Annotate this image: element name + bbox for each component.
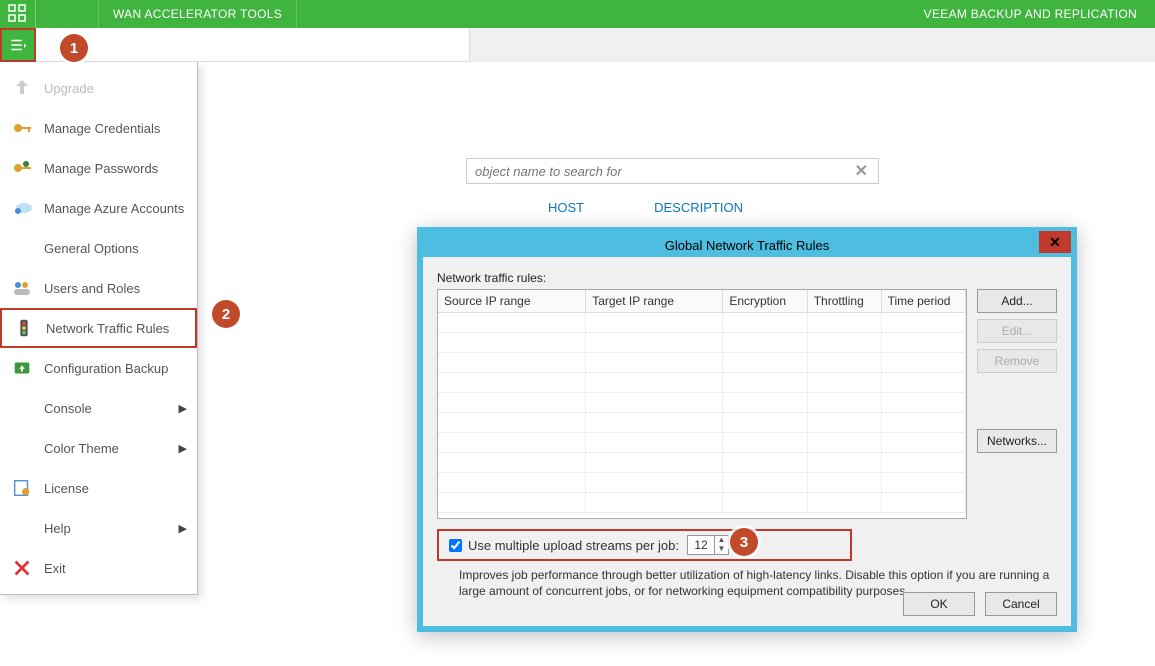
- upgrade-icon: [8, 74, 36, 102]
- upload-streams-row: Use multiple upload streams per job: 12 …: [437, 529, 852, 561]
- dialog-titlebar: Global Network Traffic Rules ✕: [423, 233, 1071, 257]
- chevron-right-icon: ▶: [179, 522, 187, 535]
- rules-label: Network traffic rules:: [437, 271, 1057, 285]
- app-title: VEEAM BACKUP AND REPLICATION: [924, 0, 1155, 28]
- dialog-title: Global Network Traffic Rules: [665, 238, 830, 253]
- step-badge-3: 3: [730, 528, 758, 556]
- table-row[interactable]: [438, 353, 966, 373]
- step-badge-1: 1: [60, 34, 88, 62]
- menu-general-options[interactable]: General Options: [0, 228, 197, 268]
- spinner-down[interactable]: ▼: [715, 545, 728, 554]
- col-encryption[interactable]: Encryption: [723, 290, 807, 313]
- table-row[interactable]: [438, 433, 966, 453]
- multi-upload-streams-checkbox[interactable]: [449, 539, 462, 552]
- traffic-light-icon: [10, 314, 38, 342]
- menu-manage-credentials[interactable]: Manage Credentials: [0, 108, 197, 148]
- users-icon: [8, 274, 36, 302]
- table-row[interactable]: [438, 453, 966, 473]
- menu-upgrade: Upgrade: [0, 68, 197, 108]
- dialog-close-button[interactable]: ✕: [1039, 231, 1071, 253]
- backup-icon: [8, 354, 36, 382]
- main-menu-button[interactable]: [0, 28, 36, 62]
- hamburger-grid-icon: [6, 2, 30, 26]
- col-target-ip[interactable]: Target IP range: [586, 290, 723, 313]
- table-row[interactable]: [438, 333, 966, 353]
- col-description[interactable]: DESCRIPTION: [654, 200, 743, 215]
- ok-button[interactable]: OK: [903, 592, 975, 616]
- search-input[interactable]: [473, 163, 851, 180]
- col-host[interactable]: HOST: [548, 200, 584, 215]
- grid-column-headers: HOST DESCRIPTION: [548, 200, 743, 215]
- step-badge-2: 2: [212, 300, 240, 328]
- table-row[interactable]: [438, 373, 966, 393]
- ribbon-tab-wan-tools[interactable]: WAN ACCELERATOR TOOLS: [98, 0, 297, 28]
- table-row[interactable]: [438, 313, 966, 333]
- table-row[interactable]: [438, 473, 966, 493]
- add-button[interactable]: Add...: [977, 289, 1057, 313]
- search-box[interactable]: ✕: [466, 158, 879, 184]
- menu-users-roles[interactable]: Users and Roles: [0, 268, 197, 308]
- networks-button[interactable]: Networks...: [977, 429, 1057, 453]
- streams-value: 12: [688, 538, 714, 552]
- top-ribbon: WAN ACCELERATOR TOOLS VEEAM BACKUP AND R…: [0, 0, 1155, 28]
- cancel-button[interactable]: Cancel: [985, 592, 1057, 616]
- cloud-user-icon: [8, 194, 36, 222]
- table-row[interactable]: [438, 413, 966, 433]
- password-key-icon: [8, 154, 36, 182]
- rules-table[interactable]: Source IP range Target IP range Encrypti…: [437, 289, 967, 519]
- menu-icon: [9, 36, 27, 54]
- chevron-right-icon: ▶: [179, 402, 187, 415]
- menu-manage-azure[interactable]: Manage Azure Accounts: [0, 188, 197, 228]
- license-icon: [8, 474, 36, 502]
- menu-color-theme[interactable]: Color Theme ▶: [0, 428, 197, 468]
- table-row[interactable]: [438, 393, 966, 413]
- chevron-right-icon: ▶: [179, 442, 187, 455]
- global-network-traffic-rules-dialog: Global Network Traffic Rules ✕ Network t…: [417, 227, 1077, 632]
- table-row[interactable]: [438, 493, 966, 513]
- menu-network-traffic-rules[interactable]: Network Traffic Rules: [0, 308, 197, 348]
- menu-exit[interactable]: Exit: [0, 548, 197, 588]
- col-time-period[interactable]: Time period: [881, 290, 965, 313]
- key-icon: [8, 114, 36, 142]
- streams-spinner[interactable]: 12 ▲ ▼: [687, 535, 729, 555]
- edit-button[interactable]: Edit...: [977, 319, 1057, 343]
- ribbon-app-icon[interactable]: [0, 0, 36, 28]
- checkbox-label: Use multiple upload streams per job:: [468, 538, 679, 553]
- menu-license[interactable]: License: [0, 468, 197, 508]
- options-icon: [8, 234, 36, 262]
- menu-console[interactable]: Console ▶: [0, 388, 197, 428]
- menu-configuration-backup[interactable]: Configuration Backup: [0, 348, 197, 388]
- remove-button[interactable]: Remove: [977, 349, 1057, 373]
- col-throttling[interactable]: Throttling: [807, 290, 881, 313]
- close-icon: [8, 554, 36, 582]
- menu-help[interactable]: Help ▶: [0, 508, 197, 548]
- menu-manage-passwords[interactable]: Manage Passwords: [0, 148, 197, 188]
- col-source-ip[interactable]: Source IP range: [438, 290, 586, 313]
- application-menu: Upgrade Manage Credentials Manage Passwo…: [0, 62, 198, 595]
- hamburger-row: [0, 28, 1155, 62]
- clear-search-icon[interactable]: ✕: [851, 161, 872, 181]
